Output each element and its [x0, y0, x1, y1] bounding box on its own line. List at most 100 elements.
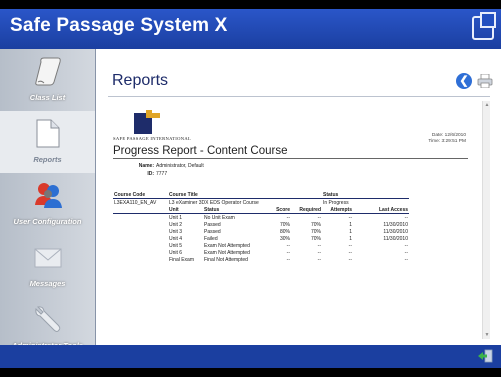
- unit-name: Unit 6: [169, 249, 183, 256]
- report-datetime: Date: 12/6/2010 Time: 3:29:51 PM: [394, 133, 466, 145]
- sidebar-item-label: Class List: [29, 93, 66, 102]
- unit-attempts: --: [348, 242, 352, 249]
- col-unit-status: Status: [203, 206, 266, 214]
- unit-status: Passed: [204, 228, 221, 235]
- report-frame: Safe Passage International Date: 12/6/20…: [108, 101, 490, 339]
- course-status: In Progress: [323, 199, 349, 206]
- unit-last-access: 11/30/2010: [383, 228, 408, 235]
- main-panel: Reports ❮ Safe Passage International Dat…: [95, 49, 501, 345]
- id-value: 7777: [156, 171, 168, 177]
- unit-name: Unit 4: [169, 235, 183, 242]
- report-time: Time: 3:29:51 PM: [428, 139, 466, 144]
- unit-status: Final Not Attempted: [204, 256, 248, 263]
- sidebar: Class List Reports User Configuration Me…: [0, 49, 95, 350]
- sidebar-item-messages[interactable]: Messages: [0, 235, 95, 297]
- unit-attempts: --: [348, 214, 352, 221]
- window-toggle-icon[interactable]: [472, 12, 496, 40]
- unit-name: Unit 5: [169, 242, 183, 249]
- unit-required: 70%: [310, 221, 321, 228]
- unit-required: --: [317, 256, 321, 263]
- id-label: ID:: [147, 171, 154, 177]
- unit-required: --: [317, 242, 321, 249]
- unit-attempts: --: [348, 249, 352, 256]
- unit-rows: Unit 1 No Unit Exam -- -- -- -- Unit 2 Passed 70…: [113, 214, 409, 264]
- footer-bar: [0, 345, 501, 368]
- unit-score: 80%: [279, 228, 290, 235]
- unit-score: --: [286, 214, 290, 221]
- name-value: Administrator, Default: [156, 163, 204, 169]
- envelope-icon: [34, 248, 62, 268]
- unit-last-access: 11/30/2010: [383, 221, 408, 228]
- unit-score: 30%: [279, 235, 290, 242]
- unit-row: Unit 2 Passed 70% 70% 1 11/30/2010: [113, 221, 409, 228]
- scroll-up-icon[interactable]: ▲: [484, 102, 490, 108]
- app-window: Safe Passage System X Class List Reports: [0, 9, 501, 368]
- print-icon[interactable]: [477, 74, 493, 88]
- id-row: ID: 7777: [122, 171, 167, 177]
- unit-required: 70%: [310, 235, 321, 242]
- unit-last-access: --: [404, 256, 408, 263]
- course-code: L3EXA110_EN_AV: [114, 199, 157, 206]
- sidebar-item-label: Messages: [29, 279, 66, 288]
- title-divider: [108, 96, 490, 97]
- unit-attempts: 1: [349, 235, 352, 242]
- report-divider: [113, 158, 468, 159]
- unit-last-access: --: [404, 249, 408, 256]
- report-heading: Progress Report - Content Course: [113, 145, 288, 157]
- col-last-access: Last Access: [353, 206, 409, 214]
- unit-status: Passed: [204, 221, 221, 228]
- unit-score: 70%: [279, 221, 290, 228]
- company-logo: [134, 110, 160, 134]
- wrench-icon: [35, 306, 61, 332]
- col-course-title: Course Title: [168, 191, 322, 199]
- col-attempts: Attempts: [322, 206, 353, 214]
- name-label: Name:: [138, 163, 154, 169]
- unit-status: Exam Not Attempted: [204, 242, 250, 249]
- unit-attempts: 1: [349, 228, 352, 235]
- sidebar-item-label: User Configuration: [13, 217, 82, 226]
- course-title: L3 eXaminer 3DX EDS Operator Course: [169, 199, 259, 206]
- col-status: Status: [322, 191, 409, 199]
- unit-row: Unit 4 Failed 30% 70% 1 11/30/2010: [113, 235, 409, 242]
- document-icon: [36, 119, 60, 148]
- users-icon: [35, 183, 62, 208]
- unit-last-access: 11/30/2010: [383, 235, 408, 242]
- unit-required: --: [317, 249, 321, 256]
- sidebar-item-label: Reports: [33, 155, 62, 164]
- col-unit: Unit: [168, 206, 203, 214]
- back-arrow-icon[interactable]: ❮: [456, 73, 472, 89]
- unit-name: Unit 3: [169, 228, 183, 235]
- course-header-row: Course Code Course Title Status: [113, 191, 409, 199]
- unit-score: --: [286, 249, 290, 256]
- progress-table: Course Code Course Title Status L3EXA110…: [113, 191, 409, 263]
- report-scrollbar[interactable]: ▲ ▼: [482, 101, 490, 339]
- app-title: Safe Passage System X: [10, 15, 228, 36]
- logout-icon[interactable]: [477, 349, 493, 363]
- sidebar-item-class-list[interactable]: Class List: [0, 49, 95, 111]
- scroll-icon: [35, 57, 61, 86]
- unit-name: Unit 2: [169, 221, 183, 228]
- unit-last-access: --: [404, 242, 408, 249]
- unit-row: Final Exam Final Not Attempted -- -- -- --: [113, 256, 409, 263]
- unit-last-access: --: [404, 214, 408, 221]
- title-bar: Safe Passage System X: [0, 9, 501, 49]
- name-row: Name: Administrator, Default: [122, 163, 204, 169]
- page-title: Reports: [112, 72, 169, 89]
- sidebar-item-reports[interactable]: Reports: [0, 111, 95, 173]
- unit-status: Exam Not Attempted: [204, 249, 250, 256]
- scroll-down-icon[interactable]: ▼: [484, 332, 490, 338]
- unit-attempts: --: [348, 256, 352, 263]
- unit-required: --: [317, 214, 321, 221]
- unit-score: --: [286, 242, 290, 249]
- col-score: Score: [266, 206, 291, 214]
- sidebar-item-user-configuration[interactable]: User Configuration: [0, 173, 95, 235]
- col-course-code: Course Code: [113, 191, 168, 199]
- unit-name: Unit 1: [169, 214, 183, 221]
- unit-row: Unit 6 Exam Not Attempted -- -- -- --: [113, 249, 409, 256]
- unit-required: 70%: [310, 228, 321, 235]
- unit-row: Unit 1 No Unit Exam -- -- -- --: [113, 214, 409, 222]
- unit-status: No Unit Exam: [204, 214, 235, 221]
- unit-attempts: 1: [349, 221, 352, 228]
- progress-table-wrap: Course Code Course Title Status L3EXA110…: [113, 191, 409, 263]
- unit-status: Failed: [204, 235, 218, 242]
